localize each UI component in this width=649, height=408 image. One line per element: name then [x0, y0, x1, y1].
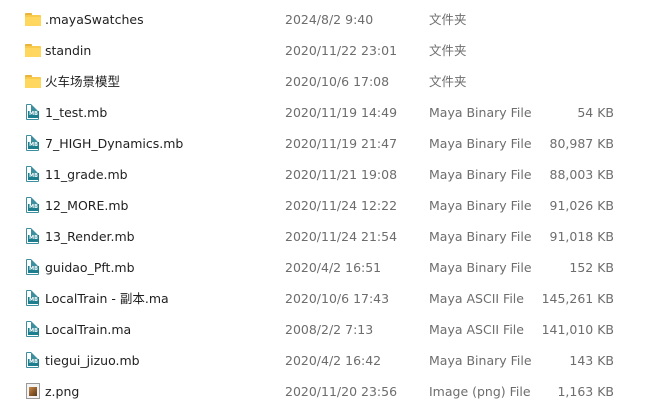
- file-type: Maya Binary File: [429, 353, 532, 368]
- maya-file-icon: MB: [25, 228, 41, 245]
- file-date: 2020/11/19 14:49: [285, 105, 398, 120]
- file-date: 2020/4/2 16:51: [285, 260, 382, 275]
- file-row[interactable]: MB 11_grade.mb 2020/11/21 19:08 Maya Bin…: [0, 159, 649, 190]
- file-type: 文件夹: [429, 74, 467, 89]
- maya-badge: MB: [28, 359, 39, 366]
- file-row[interactable]: MB 13_Render.mb 2020/11/24 21:54 Maya Bi…: [0, 221, 649, 252]
- file-date: 2020/10/6 17:08: [285, 74, 390, 89]
- file-name[interactable]: 1_test.mb: [45, 97, 107, 128]
- maya-badge: MB: [28, 328, 39, 335]
- file-row[interactable]: MB 7_HIGH_Dynamics.mb 2020/11/19 21:47 M…: [0, 128, 649, 159]
- file-date: 2020/11/20 23:56: [285, 384, 398, 399]
- maya-badge: MB: [28, 235, 39, 242]
- file-name[interactable]: 11_grade.mb: [45, 159, 128, 190]
- file-type: Maya Binary File: [429, 136, 532, 151]
- maya-badge: MB: [28, 173, 39, 180]
- file-date: 2020/11/24 12:22: [285, 198, 398, 213]
- file-row[interactable]: MB 1_test.mb 2020/11/19 14:49 Maya Binar…: [0, 97, 649, 128]
- file-type: Maya Binary File: [429, 198, 532, 213]
- file-name[interactable]: LocalTrain.ma: [45, 314, 131, 345]
- file-type: Maya ASCII File: [429, 322, 524, 337]
- file-row[interactable]: MB 12_MORE.mb 2020/11/24 12:22 Maya Bina…: [0, 190, 649, 221]
- file-type: 文件夹: [429, 12, 467, 27]
- file-name[interactable]: guidao_Pft.mb: [45, 252, 135, 283]
- file-type: Image (png) File: [429, 384, 531, 399]
- file-name[interactable]: z.png: [45, 376, 79, 407]
- file-type: Maya ASCII File: [429, 291, 524, 306]
- file-type: Maya Binary File: [429, 260, 532, 275]
- maya-file-icon: MB: [25, 259, 41, 276]
- file-name[interactable]: LocalTrain - 副本.ma: [45, 283, 169, 314]
- folder-icon: [25, 73, 41, 90]
- file-size: 1,163 KB: [557, 384, 614, 399]
- maya-file-icon: MB: [25, 321, 41, 338]
- folder-icon: [25, 11, 41, 28]
- file-size: 143 KB: [569, 353, 614, 368]
- file-size: 145,261 KB: [541, 291, 614, 306]
- file-list: .mayaSwatches 2024/8/2 9:40 文件夹 standin …: [0, 4, 649, 407]
- file-size: 91,026 KB: [549, 198, 614, 213]
- file-type: 文件夹: [429, 43, 467, 58]
- maya-badge: MB: [28, 111, 39, 118]
- file-row[interactable]: .mayaSwatches 2024/8/2 9:40 文件夹: [0, 4, 649, 35]
- maya-file-icon: MB: [25, 104, 41, 121]
- file-name[interactable]: .mayaSwatches: [45, 4, 144, 35]
- file-type: Maya Binary File: [429, 105, 532, 120]
- file-row[interactable]: standin 2020/11/22 23:01 文件夹: [0, 35, 649, 66]
- image-file-icon: [25, 383, 41, 400]
- file-name[interactable]: tiegui_jizuo.mb: [45, 345, 140, 376]
- maya-file-icon: MB: [25, 290, 41, 307]
- file-date: 2020/10/6 17:43: [285, 291, 390, 306]
- maya-badge: MB: [28, 204, 39, 211]
- maya-file-icon: MB: [25, 166, 41, 183]
- file-size: 141,010 KB: [541, 322, 614, 337]
- maya-badge: MB: [28, 266, 39, 273]
- maya-badge: MB: [28, 297, 39, 304]
- file-row[interactable]: MB tiegui_jizuo.mb 2020/4/2 16:42 Maya B…: [0, 345, 649, 376]
- file-row[interactable]: 火车场景模型 2020/10/6 17:08 文件夹: [0, 66, 649, 97]
- file-name[interactable]: 7_HIGH_Dynamics.mb: [45, 128, 183, 159]
- file-date: 2020/11/19 21:47: [285, 136, 398, 151]
- file-size: 54 KB: [577, 105, 614, 120]
- file-name[interactable]: standin: [45, 35, 91, 66]
- maya-file-icon: MB: [25, 352, 41, 369]
- maya-badge: MB: [28, 142, 39, 149]
- file-size: 80,987 KB: [549, 136, 614, 151]
- file-name[interactable]: 13_Render.mb: [45, 221, 135, 252]
- file-size: 88,003 KB: [549, 167, 614, 182]
- file-size: 152 KB: [569, 260, 614, 275]
- maya-file-icon: MB: [25, 197, 41, 214]
- file-row[interactable]: MB LocalTrain - 副本.ma 2020/10/6 17:43 Ma…: [0, 283, 649, 314]
- file-name[interactable]: 火车场景模型: [45, 66, 120, 97]
- file-type: Maya Binary File: [429, 167, 532, 182]
- maya-file-icon: MB: [25, 135, 41, 152]
- file-type: Maya Binary File: [429, 229, 532, 244]
- file-date: 2020/11/24 21:54: [285, 229, 398, 244]
- file-name[interactable]: 12_MORE.mb: [45, 190, 128, 221]
- file-size: 91,018 KB: [549, 229, 614, 244]
- file-date: 2020/11/22 23:01: [285, 43, 398, 58]
- file-date: 2008/2/2 7:13: [285, 322, 374, 337]
- file-date: 2020/4/2 16:42: [285, 353, 382, 368]
- file-date: 2020/11/21 19:08: [285, 167, 398, 182]
- file-row[interactable]: MB LocalTrain.ma 2008/2/2 7:13 Maya ASCI…: [0, 314, 649, 345]
- file-date: 2024/8/2 9:40: [285, 12, 374, 27]
- file-row[interactable]: MB guidao_Pft.mb 2020/4/2 16:51 Maya Bin…: [0, 252, 649, 283]
- folder-icon: [25, 42, 41, 59]
- file-row[interactable]: z.png 2020/11/20 23:56 Image (png) File …: [0, 376, 649, 407]
